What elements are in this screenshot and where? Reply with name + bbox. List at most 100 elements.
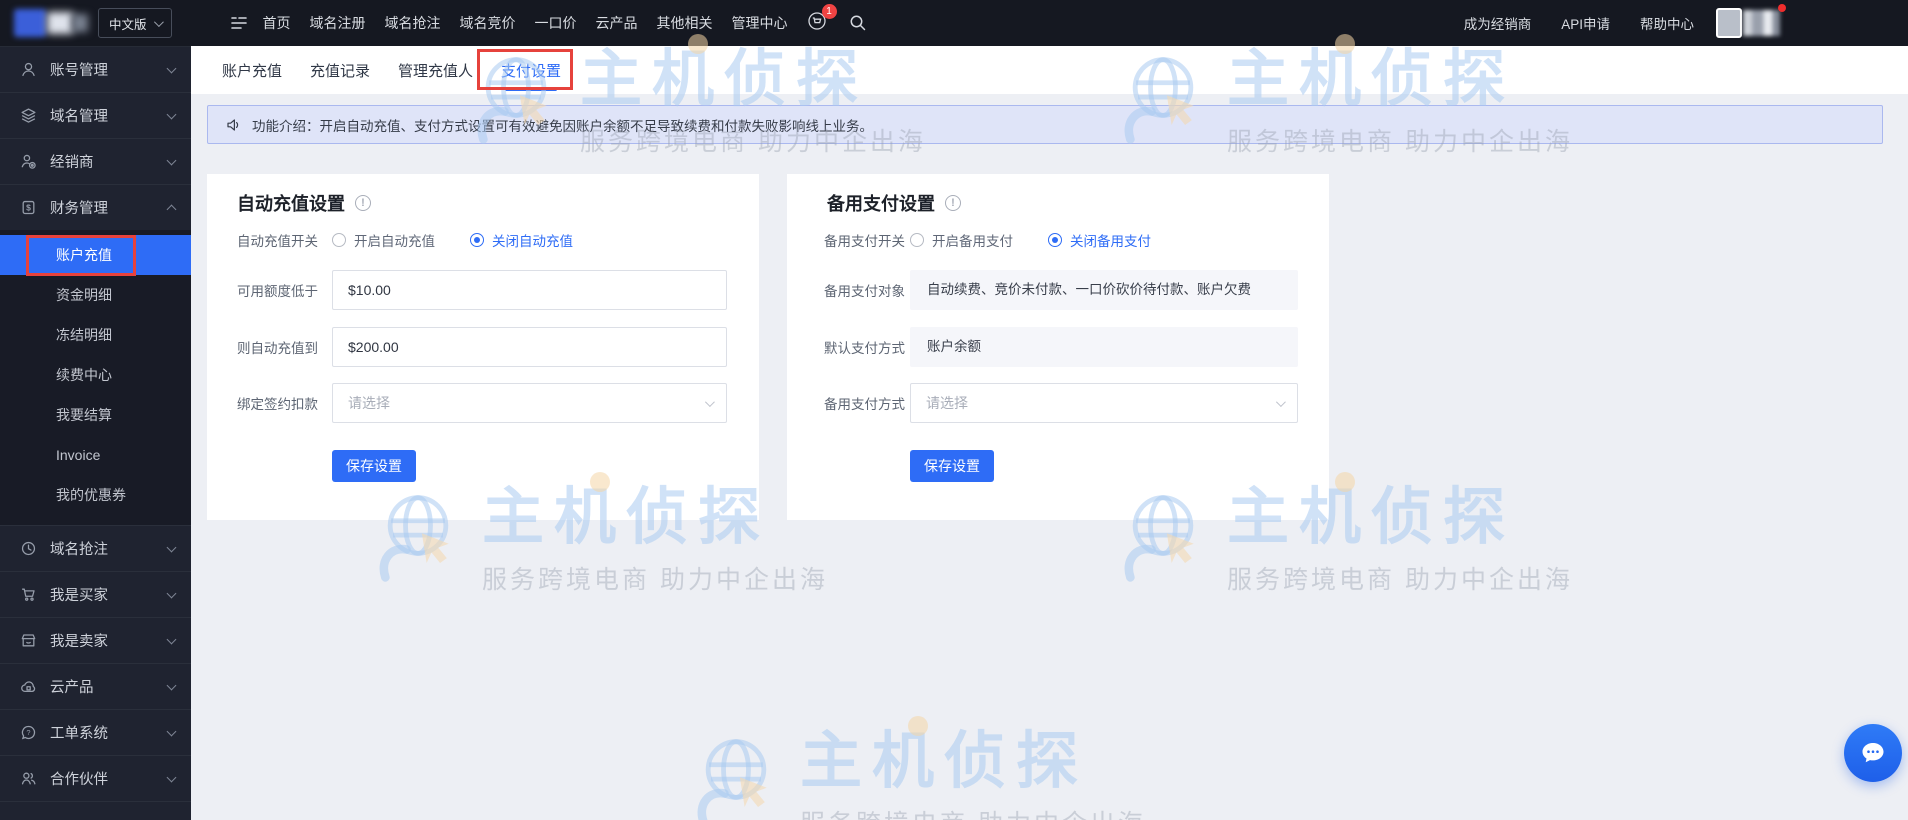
question-bubble-icon: ? [20, 724, 37, 741]
help-center-link[interactable]: 帮助中心 [1640, 13, 1694, 33]
backup-method-label: 备用支付方式 [824, 397, 905, 412]
sidebar-item-fund-details[interactable]: 资金明细 [0, 275, 191, 315]
nav-item-domain-auction[interactable]: 域名竞价 [460, 13, 516, 33]
chevron-up-icon [166, 204, 177, 215]
sidebar-item-partners[interactable]: 合作伙伴 [0, 755, 191, 801]
user-avatar[interactable] [1716, 4, 1786, 38]
radio-icon [910, 233, 924, 247]
cart-button[interactable]: 1 [807, 3, 837, 36]
sidebar-item-label: 域名抢注 [50, 542, 108, 558]
notification-dot [1778, 4, 1786, 12]
save-settings-button[interactable]: 保存设置 [332, 450, 416, 482]
finance-icon: $ [20, 199, 37, 216]
store-icon [20, 632, 37, 649]
threshold-input[interactable]: $10.00 [332, 270, 727, 310]
main-content: 功能介绍：开启自动充值、支付方式设置可有效避免因账户余额不足导致续费和付款失败影… [191, 94, 1908, 820]
bind-deduction-label: 绑定签约扣款 [237, 397, 318, 412]
recharge-to-label: 则自动充值到 [237, 341, 318, 356]
chat-support-button[interactable] [1844, 724, 1902, 782]
sidebar-item-domain-management[interactable]: 域名管理 [0, 92, 191, 138]
sidebar-item-coupons[interactable]: 我的优惠券 [0, 475, 191, 515]
sidebar-item-ticket-system[interactable]: ? 工单系统 [0, 709, 191, 755]
bind-deduction-select[interactable]: 请选择 [332, 383, 727, 423]
panel-title: 备用支付设置 ! [827, 190, 961, 216]
people-icon [20, 770, 37, 787]
cart-icon [20, 586, 37, 603]
sidebar-item-label: 账号管理 [50, 63, 108, 79]
sidebar-item-reseller[interactable]: 经销商 [0, 138, 191, 184]
backup-payment-panel: 备用支付设置 ! 备用支付开关 开启备用支付 关闭备用支付 备用支付对象 自动续… [787, 174, 1329, 520]
backup-method-select[interactable]: 请选择 [910, 383, 1298, 423]
nav-item-other[interactable]: 其他相关 [657, 13, 713, 33]
sidebar-item-cloud-products[interactable]: 云产品 [0, 663, 191, 709]
save-settings-button[interactable]: 保存设置 [910, 450, 994, 482]
nav-item-domain-register[interactable]: 域名注册 [310, 13, 366, 33]
radio-disable-auto-recharge[interactable]: 关闭自动充值 [470, 230, 573, 250]
backup-payment-title: 备用支付设置 [827, 194, 935, 214]
sidebar-item-buyer[interactable]: 我是买家 [0, 571, 191, 617]
backup-objects-value: 自动续费、竞价未付款、一口价砍价待付款、账户欠费 [910, 270, 1298, 310]
tabs-bar: 账户充值 充值记录 管理充值人 支付设置 [191, 46, 1908, 94]
sidebar-item-settlement[interactable]: 我要结算 [0, 395, 191, 435]
language-label: 中文版 [109, 17, 147, 32]
radio-enable-auto-recharge[interactable]: 开启自动充值 [332, 230, 435, 250]
info-icon[interactable]: ! [355, 195, 371, 211]
sidebar-item-renewal-center[interactable]: 续费中心 [0, 355, 191, 395]
tab-account-recharge[interactable]: 账户充值 [222, 46, 282, 94]
nav-item-admin-center[interactable]: 管理中心 [732, 13, 788, 33]
chevron-down-icon [166, 542, 177, 552]
backup-payment-switch-row: 备用支付开关 开启备用支付 关闭备用支付 [787, 228, 1186, 252]
chevron-down-icon [153, 16, 164, 27]
sidebar-item-label: 我是买家 [50, 588, 108, 604]
tab-payment-settings[interactable]: 支付设置 [501, 46, 561, 94]
radio-enable-backup-payment[interactable]: 开启备用支付 [910, 230, 1013, 250]
chat-bubble-icon [1862, 743, 1884, 763]
sidebar-item-domain-backorder[interactable]: 域名抢注 [0, 525, 191, 571]
logo-blur-block [14, 9, 46, 37]
nav-item-home[interactable]: 首页 [263, 13, 291, 33]
recharge-to-input[interactable]: $200.00 [332, 327, 727, 367]
clock-icon [20, 540, 37, 557]
speaker-icon [226, 117, 242, 133]
sidebar-item-invoice[interactable]: Invoice [0, 435, 191, 475]
user-icon [20, 61, 37, 78]
radio-selected-icon [470, 233, 484, 247]
nav-item-cloud-products[interactable]: 云产品 [596, 13, 638, 33]
api-apply-link[interactable]: API申请 [1561, 13, 1610, 33]
avatar-image [1716, 8, 1742, 38]
nav-item-buy-now[interactable]: 一口价 [535, 13, 577, 33]
info-icon[interactable]: ! [945, 195, 961, 211]
sidebar-item-seller[interactable]: 我是卖家 [0, 617, 191, 663]
threshold-row: 可用额度低于 $10.00 [207, 270, 727, 310]
tab-manage-recharger[interactable]: 管理充值人 [398, 46, 473, 94]
logo-blur-block [47, 12, 73, 34]
threshold-label: 可用额度低于 [237, 284, 318, 299]
search-icon[interactable] [849, 14, 867, 32]
default-method-value: 账户余额 [910, 327, 1298, 367]
switch-label: 备用支付开关 [824, 234, 905, 249]
language-selector[interactable]: 中文版 [98, 8, 172, 38]
sidebar-item-finance-management[interactable]: $ 财务管理 [0, 184, 191, 230]
become-reseller-link[interactable]: 成为经销商 [1464, 13, 1532, 33]
radio-disable-backup-payment[interactable]: 关闭备用支付 [1048, 230, 1151, 250]
username-blur [1743, 10, 1780, 36]
chevron-down-icon [166, 634, 177, 644]
chevron-down-icon [166, 155, 177, 165]
backup-objects-label: 备用支付对象 [824, 284, 905, 299]
sidebar-item-label: 域名管理 [50, 109, 108, 125]
menu-icon[interactable] [230, 15, 248, 31]
finance-submenu: 账户充值 资金明细 冻结明细 续费中心 我要结算 Invoice 我的优惠券 [0, 230, 191, 525]
sidebar-item-frozen-details[interactable]: 冻结明细 [0, 315, 191, 355]
sidebar-item-account-management[interactable]: 账号管理 [0, 46, 191, 92]
sidebar-item-account-recharge[interactable]: 账户充值 [0, 235, 191, 275]
chevron-down-icon [166, 680, 177, 690]
select-placeholder: 请选择 [348, 395, 390, 411]
chevron-down-icon [166, 588, 177, 598]
tab-recharge-records[interactable]: 充值记录 [310, 46, 370, 94]
main-nav: 首页 域名注册 域名抢注 域名竞价 一口价 云产品 其他相关 管理中心 [263, 13, 788, 33]
site-logo[interactable] [14, 7, 90, 39]
nav-item-domain-backorder[interactable]: 域名抢注 [385, 13, 441, 33]
radio-icon [332, 233, 346, 247]
sidebar-item-label: 财务管理 [50, 201, 108, 217]
svg-text:$: $ [26, 203, 31, 213]
